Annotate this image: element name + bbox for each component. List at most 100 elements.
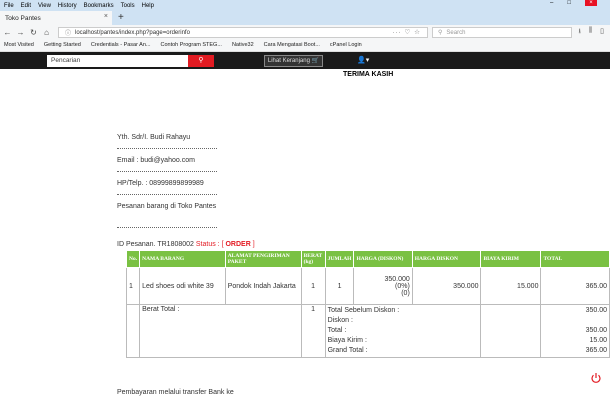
cell-no: 1 <box>125 267 141 305</box>
recipient-line: Yth. Sdr/I. Budi Rahayu <box>117 134 191 141</box>
site-search-input[interactable]: Pencarian <box>47 55 188 67</box>
summary-label-total: Total : <box>327 327 347 334</box>
site-header: Pencarian ⚲ Lihat Keranjang 🛒 👤▾ <box>0 52 610 69</box>
discount-percent: (0%) <box>395 282 410 290</box>
divider <box>117 171 217 172</box>
summary-label-discount: Diskon : <box>327 317 353 324</box>
view-cart-button[interactable]: Lihat Keranjang 🛒 <box>264 55 323 67</box>
menu-history[interactable]: History <box>58 3 77 9</box>
maximize-icon[interactable]: □ <box>567 0 571 6</box>
summary-value-total: 350.00 <box>585 327 607 334</box>
cell-discount-price: 350.000 <box>411 267 482 305</box>
view-cart-label: Lihat Keranjang <box>267 58 310 64</box>
search-icon: ⚲ <box>198 57 204 64</box>
cell-weight: 1 <box>300 267 326 305</box>
browser-tab[interactable]: Toko Pantes × <box>0 11 112 25</box>
sidebar-icon[interactable]: ▯ <box>600 27 604 38</box>
cart-icon: 🛒 <box>311 58 320 64</box>
col-header-address: ALAMAT PENGIRIMAN PAKET <box>224 250 302 268</box>
site-search-button[interactable]: ⚲ <box>188 55 214 67</box>
bookmark-getting-started[interactable]: Getting Started <box>44 42 81 48</box>
menu-file[interactable]: File <box>4 3 14 9</box>
price-value: 350.000 <box>384 275 410 283</box>
cell-address: Pondok Indah Jakarta <box>224 267 302 305</box>
new-tab-icon[interactable]: + <box>118 11 124 25</box>
order-table: No. NAMA BARANG ALAMAT PENGIRIMAN PAKET … <box>125 250 610 358</box>
status-label: Status : [ <box>195 241 224 248</box>
order-id-line: ID Pesanan. TR1808002 Status : [ ORDER ] <box>117 241 255 248</box>
col-header-qty: JUMLAH <box>324 250 355 268</box>
close-window-icon[interactable]: × <box>585 0 597 6</box>
weight-total-value: 1 <box>300 304 326 358</box>
order-id: ID Pesanan. TR1808002 <box>117 241 194 248</box>
info-icon[interactable]: ⓘ <box>65 28 71 37</box>
cell-total: 365.00 <box>540 267 610 305</box>
search-icon: ⚲ <box>438 30 443 36</box>
discount-amount: (0) <box>401 289 410 297</box>
summary-label-subtotal: Total Sebelum Diskon : <box>327 307 400 314</box>
cell-shipping: 15.000 <box>480 267 542 305</box>
address-bar[interactable]: ⓘ localhost/pantes/index.php?page=orderi… <box>58 27 428 38</box>
divider <box>117 227 217 228</box>
summary-label-shipping: Biaya Kirim : <box>327 337 367 344</box>
cell-qty: 1 <box>324 267 355 305</box>
bookmarks-toolbar: Most Visited Getting Started Credentials… <box>0 39 610 52</box>
summary-value-shipping: 15.00 <box>589 337 607 344</box>
home-icon[interactable]: ⌂ <box>41 28 52 37</box>
url-text: localhost/pantes/index.php?page=orderinf… <box>75 29 190 36</box>
menu-help[interactable]: Help <box>142 3 154 9</box>
col-header-discount-price: HARGA DISKON <box>411 250 482 268</box>
navigation-toolbar: ← → ↻ ⌂ ⓘ localhost/pantes/index.php?pag… <box>0 25 610 39</box>
browser-menubar: File Edit View History Bookmarks Tools H… <box>0 0 610 11</box>
menu-view[interactable]: View <box>38 3 51 9</box>
summary-values: 350.00 350.00 15.00 365.00 <box>540 304 610 358</box>
phone-line: HP/Telp. : 08999899899989 <box>117 180 204 187</box>
summary-value-subtotal: 350.00 <box>585 307 607 314</box>
power-icon[interactable] <box>590 372 602 384</box>
bookmark-cpanel[interactable]: cPanel Login <box>330 42 362 48</box>
close-tab-icon[interactable]: × <box>104 13 108 20</box>
col-header-shipping: BIAYA KIRIM <box>480 250 542 268</box>
download-icon[interactable]: ⭳ <box>578 27 580 38</box>
col-header-price: HARGA (DISKON) <box>353 250 413 268</box>
tab-strip: Toko Pantes × + <box>0 11 610 25</box>
col-header-total: TOTAL <box>540 250 610 268</box>
back-icon[interactable]: ← <box>2 28 13 37</box>
menu-tools[interactable]: Tools <box>121 3 135 9</box>
summary-value-grand-total: 365.00 <box>585 347 607 354</box>
browser-search-input[interactable]: ⚲ Search <box>432 27 572 38</box>
page-title: TERIMA KASIH <box>343 71 394 78</box>
summary-labels: Total Sebelum Diskon : Diskon : Total : … <box>324 304 482 358</box>
library-icon[interactable]: ⫼ <box>589 27 592 38</box>
user-menu-icon[interactable]: 👤▾ <box>357 56 369 64</box>
divider <box>117 194 217 195</box>
cell-name: Led shoes odi white 39 <box>139 267 226 305</box>
table-header-row: No. NAMA BARANG ALAMAT PENGIRIMAN PAKET … <box>125 250 610 268</box>
bookmark-cara-mengatasi[interactable]: Cara Mengatasi Boot... <box>264 42 320 48</box>
status-close: ] <box>252 241 255 248</box>
summary-label-grand-total: Grand Total : <box>327 347 368 354</box>
menu-bookmarks[interactable]: Bookmarks <box>84 3 114 9</box>
col-header-weight: BERAT (kg) <box>300 250 326 268</box>
order-note: Pesanan barang di Toko Pantes <box>117 203 217 210</box>
bookmark-credentials[interactable]: Credentials - Pasar An... <box>91 42 151 48</box>
status-badge: ORDER <box>225 241 251 248</box>
bookmark-most-visited[interactable]: Most Visited <box>4 42 34 48</box>
page-actions-icon[interactable]: ··· ♡ ☆ <box>392 28 421 36</box>
search-placeholder: Search <box>446 29 466 36</box>
weight-total-label: Berat Total : <box>139 304 302 358</box>
col-header-no: No. <box>125 250 141 268</box>
minimize-icon[interactable]: – <box>550 0 553 6</box>
cell-price: 350.000 (0%) (0) <box>353 267 413 305</box>
payment-instruction: Pembayaran melalui transfer Bank ke <box>117 389 234 396</box>
email-line: Email : budi@yahoo.com <box>117 157 195 164</box>
forward-icon[interactable]: → <box>15 28 26 37</box>
table-row: 1 Led shoes odi white 39 Pondok Indah Ja… <box>125 267 610 305</box>
summary-value-discount <box>543 316 607 326</box>
bookmark-contoh-program[interactable]: Contoh Program STEG... <box>160 42 221 48</box>
bookmark-native32[interactable]: Native32 <box>232 42 254 48</box>
reload-icon[interactable]: ↻ <box>28 28 39 37</box>
tab-title: Toko Pantes <box>5 14 41 22</box>
summary-row: Berat Total : 1 Total Sebelum Diskon : D… <box>125 304 610 358</box>
menu-edit[interactable]: Edit <box>21 3 31 9</box>
